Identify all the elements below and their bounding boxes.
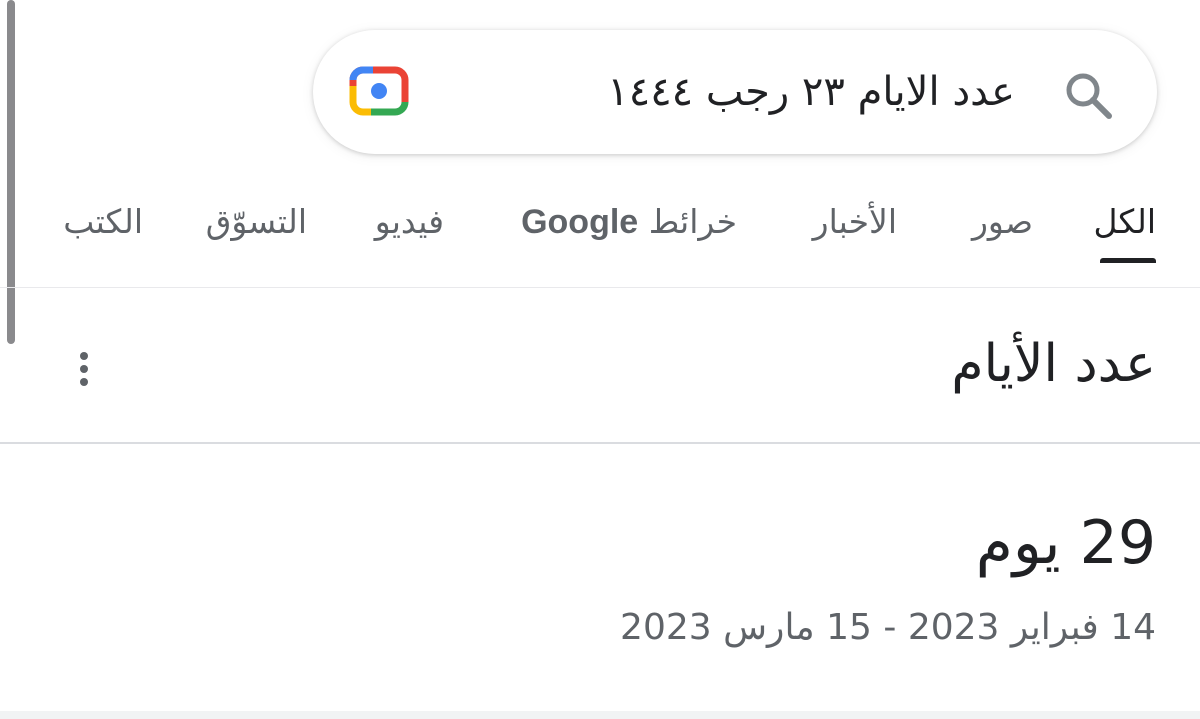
- tab-books[interactable]: الكتب: [63, 202, 143, 241]
- search-query[interactable]: عدد الايام ٢٣ رجب ١٤٤٤: [607, 30, 1015, 154]
- tab-shopping[interactable]: التسوّق: [206, 202, 307, 241]
- tab-all[interactable]: الكل: [1094, 202, 1156, 241]
- active-tab-indicator: [1100, 258, 1156, 263]
- search-results-page: عدد الايام ٢٣ رجب ١٤٤٤ الكل صور الأخبار …: [0, 0, 1200, 719]
- search-bar[interactable]: عدد الايام ٢٣ رجب ١٤٤٤: [313, 30, 1157, 154]
- result-value: 29 يوم: [976, 508, 1156, 578]
- tab-videos[interactable]: فيديو: [375, 202, 444, 241]
- card-header: عدد الأيام: [0, 288, 1200, 444]
- tab-images[interactable]: صور: [972, 202, 1033, 241]
- tab-news[interactable]: الأخبار: [813, 202, 897, 241]
- more-vertical-icon[interactable]: [72, 348, 96, 392]
- tab-maps[interactable]: خرائط Google: [521, 202, 737, 242]
- search-icon[interactable]: [1061, 68, 1115, 122]
- date-range: 14 فبراير 2023 - 15 مارس 2023: [620, 607, 1156, 648]
- result-unit: يوم: [975, 508, 1061, 578]
- card-title: عدد الأيام: [951, 334, 1156, 394]
- section-divider: [0, 711, 1200, 719]
- search-tabs: الكل صور الأخبار خرائط Google فيديو التس…: [0, 180, 1200, 288]
- result-number: 29: [1079, 508, 1156, 578]
- google-lens-icon[interactable]: [349, 66, 409, 116]
